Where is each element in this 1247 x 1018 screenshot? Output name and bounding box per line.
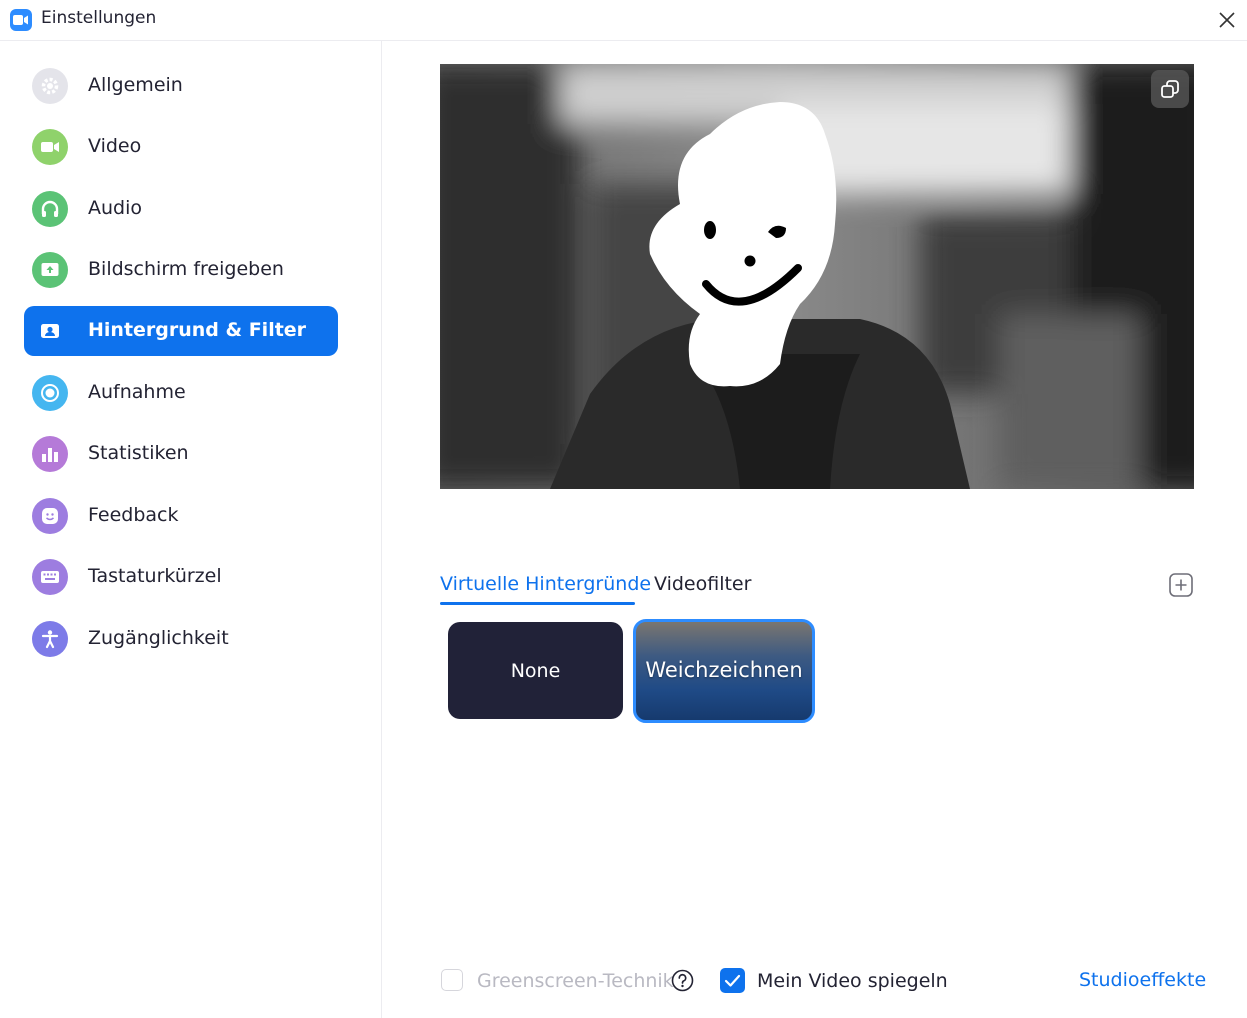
plus-icon	[1169, 573, 1193, 597]
video-camera-icon	[32, 129, 68, 165]
sidebar-item-bildschirm-freigeben[interactable]: Bildschirm freigeben	[24, 245, 338, 295]
background-option-none[interactable]: None	[448, 622, 623, 719]
headphones-icon	[32, 191, 68, 227]
keyboard-icon	[32, 559, 68, 595]
sidebar-item-hintergrund-filter[interactable]: Hintergrund & Filter	[24, 306, 338, 356]
sidebar-item-aufnahme[interactable]: Aufnahme	[24, 368, 338, 418]
rotate-camera-button[interactable]	[1151, 70, 1189, 108]
video-camera-icon	[10, 9, 32, 31]
sidebar-item-label: Statistiken	[88, 442, 189, 464]
background-option-blur[interactable]: Weichzeichnen	[633, 619, 815, 723]
camera-preview	[440, 64, 1194, 489]
sidebar-item-statistiken[interactable]: Statistiken	[24, 429, 338, 479]
sidebar-item-tastaturkuerzel[interactable]: Tastaturkürzel	[24, 552, 338, 602]
checkmark-icon	[724, 974, 741, 987]
mirror-video-label: Mein Video spiegeln	[757, 970, 948, 992]
sidebar-item-label: Tastaturkürzel	[88, 565, 222, 587]
close-button[interactable]	[1212, 6, 1242, 34]
gear-icon	[32, 68, 68, 104]
smiley-icon	[32, 498, 68, 534]
sidebar-item-label: Bildschirm freigeben	[88, 258, 284, 280]
title-bar: Einstellungen	[0, 0, 1247, 41]
tab-virtuelle-hintergruende[interactable]: Virtuelle Hintergründe	[440, 573, 651, 595]
accessibility-icon	[32, 621, 68, 657]
record-icon	[32, 375, 68, 411]
sidebar-item-audio[interactable]: Audio	[24, 184, 338, 234]
sidebar-item-zugaenglichkeit[interactable]: Zugänglichkeit	[24, 614, 338, 664]
settings-sidebar: Allgemein Video Audio Bildschirm freigeb…	[0, 41, 382, 1018]
sidebar-item-label: Video	[88, 135, 142, 157]
person-card-icon	[32, 313, 68, 349]
active-tab-indicator	[440, 602, 635, 605]
rotate-camera-icon	[1161, 80, 1179, 98]
sidebar-item-label: Aufnahme	[88, 381, 186, 403]
mirror-video-checkbox[interactable]	[720, 968, 745, 993]
sidebar-item-label: Audio	[88, 197, 143, 219]
studio-effects-link[interactable]: Studioeffekte	[1079, 969, 1206, 991]
add-background-button[interactable]	[1169, 573, 1193, 597]
sidebar-item-label: Zugänglichkeit	[88, 627, 229, 649]
sidebar-item-label: Feedback	[88, 504, 179, 526]
window-title: Einstellungen	[41, 8, 157, 28]
sidebar-item-label: Hintergrund & Filter	[88, 319, 307, 341]
question-icon[interactable]	[671, 969, 694, 992]
sidebar-item-feedback[interactable]: Feedback	[24, 491, 338, 541]
greenscreen-label: Greenscreen-Technik	[477, 970, 674, 992]
background-option-label: None	[510, 660, 561, 682]
tab-videofilter[interactable]: Videofilter	[654, 573, 751, 595]
sidebar-item-allgemein[interactable]: Allgemein	[24, 61, 338, 111]
bar-chart-icon	[32, 436, 68, 472]
greenscreen-checkbox[interactable]	[441, 969, 463, 991]
close-icon	[1219, 12, 1235, 28]
sidebar-item-label: Allgemein	[88, 74, 183, 96]
sidebar-item-video[interactable]: Video	[24, 122, 338, 172]
background-option-label: Weichzeichnen	[645, 658, 803, 682]
share-screen-icon	[32, 252, 68, 288]
